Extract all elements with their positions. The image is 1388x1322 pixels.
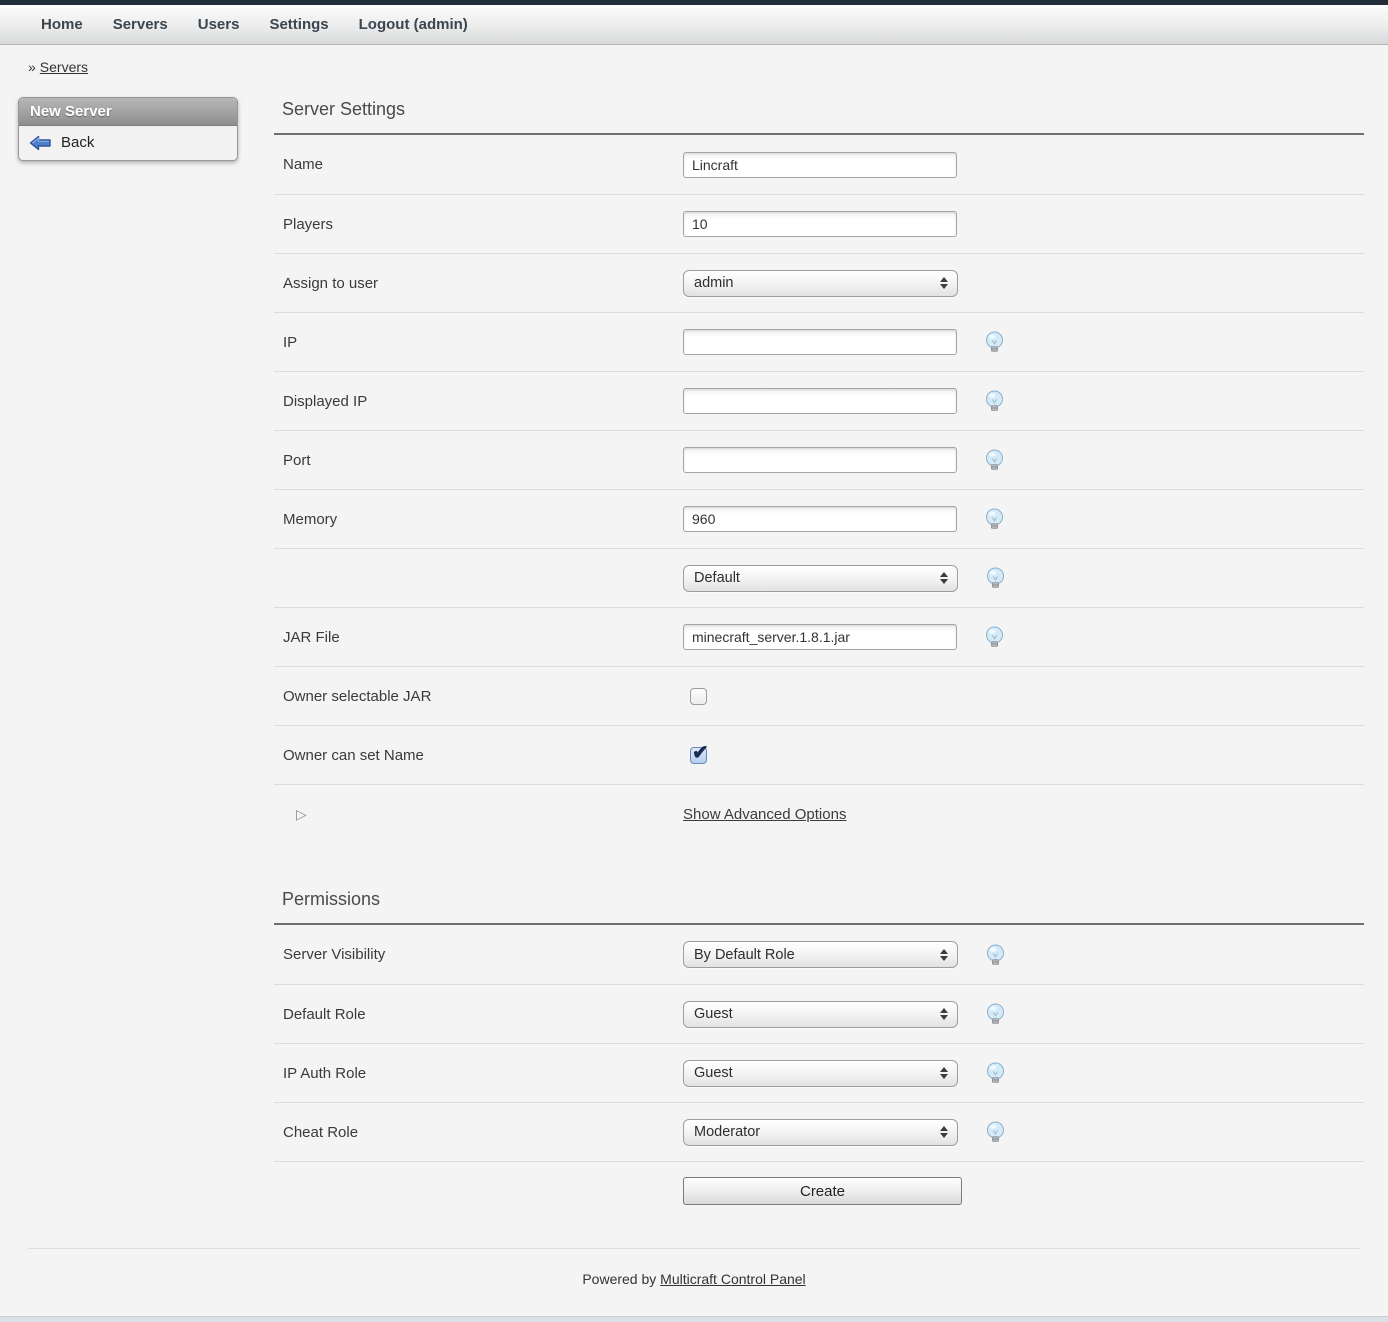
name-input[interactable] xyxy=(683,152,957,178)
triangle-right-icon[interactable]: ▷ xyxy=(283,806,307,822)
updown-stepper-icon xyxy=(940,277,948,289)
form-row-assign-user: Assign to user admin xyxy=(274,253,1364,312)
lightbulb-icon[interactable] xyxy=(984,390,1005,412)
select-value: Guest xyxy=(694,1065,733,1081)
nav-item-users[interactable]: Users xyxy=(183,5,255,45)
form-row-advanced-toggle: ▷ Show Advanced Options xyxy=(274,784,1364,843)
select-value: Default xyxy=(694,570,740,586)
owner-selectable-jar-checkbox[interactable] xyxy=(690,688,707,705)
updown-stepper-icon xyxy=(940,949,948,961)
footer-text: Powered by xyxy=(582,1271,656,1287)
lightbulb-icon[interactable] xyxy=(984,508,1005,530)
main-content: Server Settings Name Players Assign to u… xyxy=(274,99,1364,1220)
back-button[interactable]: Back xyxy=(29,134,227,151)
window-bottom-strip xyxy=(0,1316,1388,1322)
nav-item-logout[interactable]: Logout (admin) xyxy=(344,5,483,45)
main-navbar: Home Servers Users Settings Logout (admi… xyxy=(0,5,1388,45)
lightbulb-icon[interactable] xyxy=(984,626,1005,648)
field-label: Owner can set Name xyxy=(274,747,683,764)
nav-item-settings[interactable]: Settings xyxy=(254,5,343,45)
form-row-players: Players xyxy=(274,194,1364,253)
field-label: Port xyxy=(274,452,683,469)
form-row-owner-selectable-jar: Owner selectable JAR xyxy=(274,666,1364,725)
field-label: Displayed IP xyxy=(274,393,683,410)
field-label: IP Auth Role xyxy=(274,1065,683,1082)
lightbulb-icon[interactable] xyxy=(985,1062,1006,1084)
nav-item-home[interactable]: Home xyxy=(26,5,98,45)
field-label: Players xyxy=(274,216,683,233)
lightbulb-icon[interactable] xyxy=(985,1003,1006,1025)
default-role-select[interactable]: Guest xyxy=(683,1001,958,1028)
ip-input[interactable] xyxy=(683,329,957,355)
page-footer: Powered by Multicraft Control Panel xyxy=(28,1248,1360,1317)
owner-can-set-name-checkbox[interactable] xyxy=(690,747,707,764)
form-row-displayed-ip: Displayed IP xyxy=(274,371,1364,430)
permissions-heading: Permissions xyxy=(274,889,1364,910)
field-label: IP xyxy=(274,334,683,351)
new-server-panel: New Server Back xyxy=(18,97,238,161)
form-row-jar-file: JAR File xyxy=(274,607,1364,666)
server-visibility-select[interactable]: By Default Role xyxy=(683,941,958,968)
cheat-role-select[interactable]: Moderator xyxy=(683,1119,958,1146)
select-value: Guest xyxy=(694,1006,733,1022)
field-label: Memory xyxy=(274,511,683,528)
field-label: Owner selectable JAR xyxy=(274,688,683,705)
updown-stepper-icon xyxy=(940,1008,948,1020)
show-advanced-options-link[interactable]: Show Advanced Options xyxy=(683,806,846,823)
players-input[interactable] xyxy=(683,211,957,237)
form-row-default-role: Default Role Guest xyxy=(274,984,1364,1043)
ip-auth-role-select[interactable]: Guest xyxy=(683,1060,958,1087)
port-input[interactable] xyxy=(683,447,957,473)
lightbulb-icon[interactable] xyxy=(984,449,1005,471)
displayed-ip-input[interactable] xyxy=(683,388,957,414)
form-row-owner-can-set-name: Owner can set Name xyxy=(274,725,1364,784)
field-label: Name xyxy=(274,156,683,173)
nav-item-servers[interactable]: Servers xyxy=(98,5,183,45)
form-row-default-select: Default xyxy=(274,548,1364,607)
breadcrumb-symbol: » xyxy=(28,59,36,75)
updown-stepper-icon xyxy=(940,572,948,584)
memory-input[interactable] xyxy=(683,506,957,532)
field-label: Server Visibility xyxy=(274,946,683,963)
breadcrumb-servers-link[interactable]: Servers xyxy=(40,59,88,75)
create-button[interactable]: Create xyxy=(683,1177,962,1205)
form-row-server-visibility: Server Visibility By Default Role xyxy=(274,925,1364,984)
updown-stepper-icon xyxy=(940,1067,948,1079)
select-value: admin xyxy=(694,275,734,291)
form-row-name: Name xyxy=(274,135,1364,194)
field-label: Cheat Role xyxy=(274,1124,683,1141)
panel-title: New Server xyxy=(19,98,237,126)
updown-stepper-icon xyxy=(940,1126,948,1138)
lightbulb-icon[interactable] xyxy=(985,567,1006,589)
form-row-memory: Memory xyxy=(274,489,1364,548)
jar-file-input[interactable] xyxy=(683,624,957,650)
select-value: Moderator xyxy=(694,1124,760,1140)
form-row-port: Port xyxy=(274,430,1364,489)
field-label: JAR File xyxy=(274,629,683,646)
default-select[interactable]: Default xyxy=(683,565,958,592)
field-label: Default Role xyxy=(274,1006,683,1023)
lightbulb-icon[interactable] xyxy=(985,944,1006,966)
multicraft-link[interactable]: Multicraft Control Panel xyxy=(660,1271,806,1287)
back-button-label: Back xyxy=(61,134,94,151)
form-row-cheat-role: Cheat Role Moderator xyxy=(274,1102,1364,1161)
lightbulb-icon[interactable] xyxy=(984,331,1005,353)
assign-user-select[interactable]: admin xyxy=(683,270,958,297)
back-arrow-icon xyxy=(29,135,51,151)
form-row-ip: IP xyxy=(274,312,1364,371)
select-value: By Default Role xyxy=(694,947,795,963)
lightbulb-icon[interactable] xyxy=(985,1121,1006,1143)
breadcrumb: »Servers xyxy=(0,45,1388,81)
form-row-ip-auth-role: IP Auth Role Guest xyxy=(274,1043,1364,1102)
server-settings-heading: Server Settings xyxy=(274,99,1364,120)
field-label: Assign to user xyxy=(274,275,683,292)
form-row-create: Create xyxy=(274,1161,1364,1220)
